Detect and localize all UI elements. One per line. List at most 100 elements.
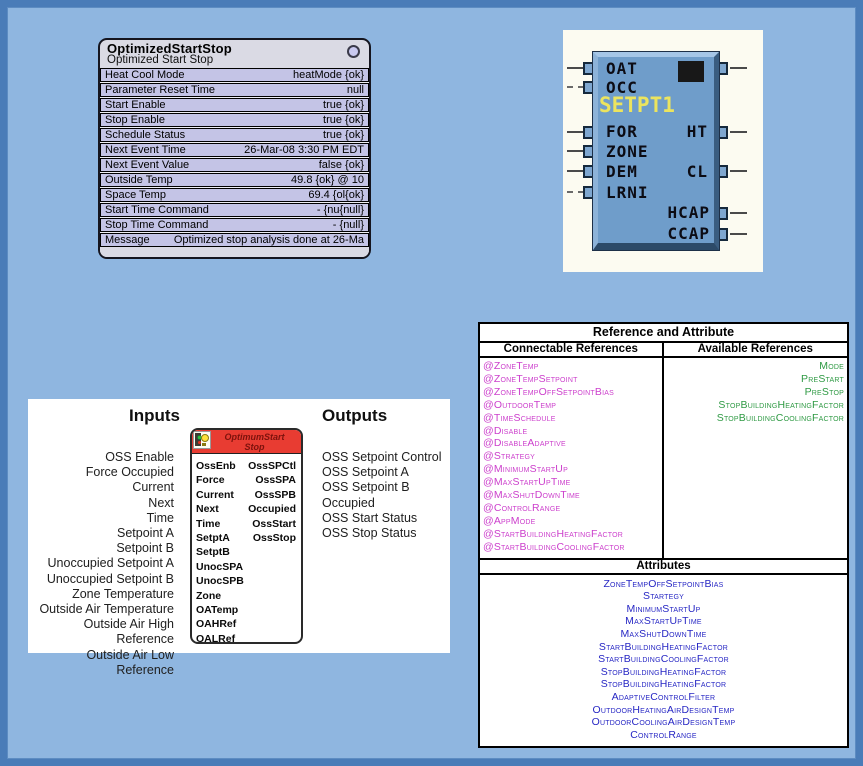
reference-columns: Connectable References @ZoneTemp@ZoneTem… (480, 343, 847, 560)
pin-label-ccap: CCAP (667, 224, 710, 243)
property-value: true {ok} (323, 114, 364, 126)
property-row[interactable]: Outside Temp 49.8 {ok} @ 10 (100, 173, 369, 187)
outputs-heading: Outputs (322, 406, 387, 426)
pin-label-zone: ZONE (606, 142, 649, 161)
property-label: Parameter Reset Time (105, 84, 215, 96)
attribute-item: ZoneTempOffSetpointBias (480, 578, 847, 591)
attributes-list: ZoneTempOffSetpointBiasStartegyMinimumSt… (480, 575, 847, 747)
property-block-subtitle: Optimized Start Stop (107, 54, 362, 66)
oss-right-pin-labels: OssSPCtlOssSPAOssSPBOccupiedOssStartOssS… (248, 459, 296, 545)
input-label: Force Occupied (28, 465, 174, 480)
optimized-start-stop-property-block[interactable]: OptimizedStartStop Optimized Start Stop … (98, 38, 371, 259)
input-label: Next (28, 496, 174, 511)
oss-right-pin-label: OssStart (248, 517, 296, 531)
property-row[interactable]: Next Event Value false {ok} (100, 158, 369, 172)
property-label: Schedule Status (105, 129, 185, 141)
property-row[interactable]: Stop Time Command - {null} (100, 218, 369, 232)
pin-line-cl (730, 170, 747, 172)
pin-label-oat: OAT (606, 59, 638, 78)
connectable-reference-item: @StartBuildingCoolingFactor (483, 541, 659, 554)
available-reference-item: PreStart (667, 373, 845, 386)
property-row[interactable]: Space Temp 69.4 {ol{ok} (100, 188, 369, 202)
connectable-reference-item: @ZoneTempSetpoint (483, 373, 659, 386)
property-row[interactable]: Schedule Status true {ok} (100, 128, 369, 142)
oss-right-pin-label: OssSPB (248, 488, 296, 502)
attribute-item: StopBuildingHeatingFactor (480, 666, 847, 679)
connectable-reference-item: @DisableAdaptive (483, 437, 659, 450)
property-row[interactable]: Start Time Command - {nu{null} (100, 203, 369, 217)
input-label: Zone Temperature (28, 587, 174, 602)
property-row[interactable]: Parameter Reset Time null (100, 83, 369, 97)
property-row[interactable]: Message Optimized stop analysis done at … (100, 233, 369, 247)
property-row[interactable]: Start Enable true {ok} (100, 98, 369, 112)
oss-left-pin-label: Current (196, 488, 244, 502)
bulb-icon (201, 434, 209, 442)
pin-label-lrni: LRNI (606, 183, 649, 202)
pin-line-for (567, 131, 584, 133)
output-label: OSS Setpoint B (322, 480, 442, 495)
inputs-list: OSS EnableForce OccupiedCurrentNextTimeS… (28, 450, 174, 678)
block-title: SETPT1 (599, 93, 675, 117)
pin-line-ccap (730, 233, 747, 235)
oss-right-pin-label: OssStop (248, 531, 296, 545)
table-title: Reference and Attribute (480, 324, 847, 343)
optimum-start-stop-block[interactable]: OptimumStart Stop OssEnbForceCurrentNext… (190, 428, 303, 644)
connectable-reference-item: @MinimumStartUp (483, 463, 659, 476)
oss-block-title: OptimumStart Stop (212, 430, 301, 453)
property-value: true {ok} (323, 129, 364, 141)
output-label: Occupied (322, 496, 442, 511)
reference-attribute-table: Reference and Attribute Connectable Refe… (478, 322, 849, 748)
pin-line-oat (567, 67, 584, 69)
property-block-footer (100, 248, 369, 257)
property-label: Stop Time Command (105, 219, 208, 231)
available-reference-item: Mode (667, 360, 845, 373)
input-label: Outside Air High Reference (28, 617, 174, 647)
pin-line-occ (567, 86, 584, 88)
pin-line-zone (567, 150, 584, 152)
available-references-column: Available References ModePreStartPreStop… (664, 343, 848, 558)
property-row[interactable]: Heat Cool Mode heatMode {ok} (100, 68, 369, 82)
available-references-list: ModePreStartPreStopStopBuildingHeatingFa… (664, 358, 848, 429)
property-value: heatMode {ok} (293, 69, 364, 81)
oss-right-pin-label: Occupied (248, 502, 296, 516)
output-label: OSS Setpoint Control (322, 450, 442, 465)
pin-line-top-right (730, 67, 747, 69)
connectable-reference-item: @OutdoorTemp (483, 399, 659, 412)
property-rows: Heat Cool Mode heatMode {ok} Parameter R… (100, 68, 369, 247)
property-row[interactable]: Next Event Time 26-Mar-08 3:30 PM EDT (100, 143, 369, 157)
status-square-icon (678, 61, 704, 82)
output-label: OSS Stop Status (322, 526, 442, 541)
property-value: - {nu{null} (317, 204, 364, 216)
attribute-item: MinimumStartUp (480, 603, 847, 616)
property-value: false {ok} (319, 159, 364, 171)
oss-left-pin-label: SetptA (196, 531, 244, 545)
connectable-reference-item: @ZoneTemp (483, 360, 659, 373)
attribute-item: MaxShutDownTime (480, 628, 847, 641)
attribute-item: StopBuildingHeatingFactor (480, 678, 847, 691)
setpt1-function-block[interactable]: OAT OCC SETPT1 FOR HT ZONE DEM CL LRNI H… (593, 52, 719, 250)
outputs-list: OSS Setpoint ControlOSS Setpoint AOSS Se… (322, 450, 442, 541)
property-row[interactable]: Stop Enable true {ok} (100, 113, 369, 127)
attribute-item: StartBuildingHeatingFactor (480, 641, 847, 654)
oss-left-pin-labels: OssEnbForceCurrentNextTimeSetptASetptBUn… (196, 459, 244, 644)
connectable-reference-item: @StartBuildingHeatingFactor (483, 528, 659, 541)
oss-right-pin-label: OssSPCtl (248, 459, 296, 473)
attribute-item: ControlRange (480, 729, 847, 742)
oss-left-pin-label: Force (196, 473, 244, 487)
connectable-reference-item: @ControlRange (483, 502, 659, 515)
available-reference-item: PreStop (667, 386, 845, 399)
connectable-references-list: @ZoneTemp@ZoneTempSetpoint@ZoneTempOffSe… (480, 358, 662, 558)
property-label: Start Time Command (105, 204, 209, 216)
oss-right-pin-label: OssSPA (248, 473, 296, 487)
pin-label-ht: HT (687, 122, 708, 141)
input-label: Setpoint B (28, 541, 174, 556)
property-value: true {ok} (323, 99, 364, 111)
available-reference-item: StopBuildingCoolingFactor (667, 412, 845, 425)
oss-left-pin-label: Zone (196, 589, 244, 603)
property-label: Outside Temp (105, 174, 173, 186)
pin-label-cl: CL (687, 162, 708, 181)
property-label: Next Event Value (105, 159, 189, 171)
status-circle-icon (347, 45, 360, 58)
setpt1-panel: OAT OCC SETPT1 FOR HT ZONE DEM CL LRNI H… (563, 30, 763, 272)
red-dot-icon (198, 441, 201, 444)
